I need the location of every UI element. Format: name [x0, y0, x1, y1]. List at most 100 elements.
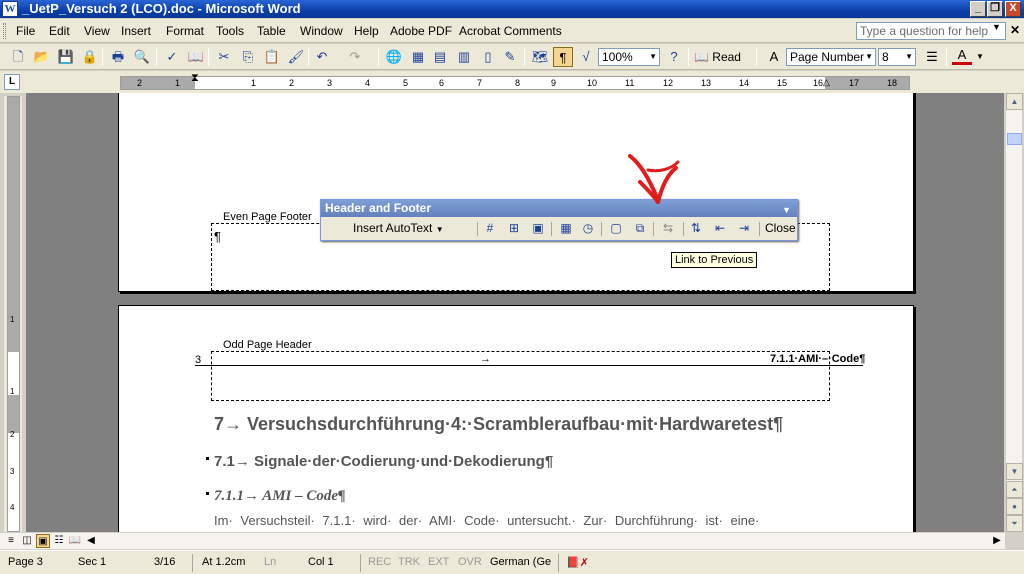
help-dropdown-icon[interactable]: ▼ [992, 22, 1001, 32]
help-icon[interactable]: ? [664, 47, 684, 67]
menu-help[interactable]: Help [354, 24, 379, 38]
chevron-down-icon[interactable]: ▼ [976, 52, 984, 61]
save-icon[interactable]: 💾 [56, 47, 76, 67]
insert-table-icon[interactable]: ▤ [430, 47, 450, 67]
tables-borders-icon[interactable]: ▦ [408, 47, 428, 67]
select-browse-object-icon[interactable]: ● [1006, 498, 1023, 515]
hf-toolbar-title[interactable]: Header and Footer ▼ [321, 200, 797, 217]
close-window-button[interactable]: X [1005, 1, 1021, 17]
format-page-number-icon[interactable]: ▣ [529, 221, 547, 237]
status-trk[interactable]: TRK [398, 556, 420, 568]
vruler-number: 3 [10, 467, 15, 476]
zoom-select[interactable]: 100% ▼ [598, 48, 660, 66]
outline-view-icon[interactable]: ☷ [52, 534, 66, 548]
open-folder-icon[interactable]: 📂 [32, 47, 52, 67]
menu-format[interactable]: Format [166, 24, 204, 38]
copy-icon[interactable]: ⎘ [238, 47, 258, 67]
scroll-up-icon[interactable]: ▲ [1006, 93, 1023, 110]
print-icon[interactable]: 🖶 [108, 47, 128, 67]
print-layout-icon[interactable]: ▣ [36, 534, 50, 548]
restore-button[interactable]: ❐ [987, 1, 1003, 17]
tab-selector[interactable]: L [4, 74, 20, 90]
status-position: At 1.2cm [202, 556, 246, 568]
previous-page-icon[interactable]: ⏶ [1006, 481, 1023, 498]
chevron-down-icon: ▼ [865, 52, 873, 61]
first-line-indent-marker[interactable]: ⧗ [191, 72, 199, 85]
undo-icon[interactable]: ↶ [312, 47, 332, 67]
scroll-thumb[interactable] [1007, 133, 1022, 145]
new-document-icon[interactable]: 🗋 [8, 47, 28, 67]
scroll-left-icon[interactable]: ◀ [84, 534, 98, 548]
status-ovr[interactable]: OVR [458, 556, 482, 568]
print-preview-icon[interactable]: 🔍 [132, 47, 152, 67]
styles-formatting-icon[interactable]: A [764, 47, 784, 67]
menu-adobe-pdf[interactable]: Adobe PDF [390, 24, 452, 38]
menu-window[interactable]: Window [300, 24, 343, 38]
status-ext[interactable]: EXT [428, 556, 449, 568]
status-rec[interactable]: REC [368, 556, 391, 568]
insert-excel-icon[interactable]: ▥ [454, 47, 474, 67]
font-color-icon[interactable]: A [952, 47, 972, 65]
hyperlink-icon[interactable]: 🌐 [384, 47, 404, 67]
insert-time-icon[interactable]: ◷ [579, 221, 597, 237]
show-next-icon[interactable]: ⇥ [735, 221, 753, 237]
normal-view-icon[interactable]: ≡ [4, 534, 18, 548]
align-justify-icon[interactable]: ☰ [922, 47, 942, 67]
cut-icon[interactable]: ✂ [214, 47, 234, 67]
permission-icon[interactable]: 🔒 [80, 47, 100, 67]
spelling-status-icon[interactable]: 📕✗ [566, 556, 589, 569]
menu-insert[interactable]: Insert [121, 24, 151, 38]
horizontal-ruler[interactable]: 2 1 1 2 3 4 5 6 7 8 9 10 11 12 13 14 15 … [120, 72, 910, 90]
horizontal-scrollbar[interactable]: ≡ ◫ ▣ ☷ 📖 ◀ ▶ [0, 532, 1005, 549]
research-icon[interactable]: 📖 [186, 47, 206, 67]
vruler-number: 1 [10, 387, 15, 396]
odd-page-header-area[interactable] [211, 351, 830, 401]
style-select[interactable]: Page Number ▼ [786, 48, 876, 66]
drawing-icon[interactable]: ✎ [500, 47, 520, 67]
menu-acrobat-comments[interactable]: Acrobat Comments [459, 24, 562, 38]
show-hide-text-icon[interactable]: ⧉ [631, 221, 649, 237]
menu-table[interactable]: Table [257, 24, 286, 38]
insert-page-number-icon[interactable]: # [481, 221, 499, 237]
scroll-down-icon[interactable]: ▼ [1006, 463, 1023, 480]
columns-icon[interactable]: ▯ [478, 47, 498, 67]
menu-file[interactable]: File [16, 24, 35, 38]
menu-view[interactable]: View [84, 24, 110, 38]
document-map-icon[interactable]: 🗺 [530, 47, 550, 67]
insert-date-icon[interactable]: ▦ [557, 221, 575, 237]
hf-close-button[interactable]: Close [765, 221, 796, 235]
equation-icon[interactable]: √ [576, 47, 596, 67]
show-hide-pilcrow-icon[interactable]: ¶ [553, 47, 573, 67]
show-previous-icon[interactable]: ⇤ [711, 221, 729, 237]
vertical-ruler[interactable]: 1 1 2 3 4 [4, 96, 22, 532]
insert-autotext-button[interactable]: Insert AutoText ▼ [353, 221, 444, 235]
menu-edit[interactable]: Edit [49, 24, 70, 38]
read-button[interactable]: 📖 Read [694, 50, 741, 64]
chevron-down-icon[interactable]: ▼ [782, 202, 791, 219]
spelling-icon[interactable]: ✓ [162, 47, 182, 67]
paste-icon[interactable]: 📋 [262, 47, 282, 67]
switch-header-footer-icon[interactable]: ⇅ [687, 221, 705, 237]
reading-layout-icon[interactable]: 📖 [68, 534, 82, 548]
insert-page-count-icon[interactable]: ⊞ [505, 221, 523, 237]
help-question-input[interactable]: Type a question for help [856, 22, 1006, 40]
web-layout-icon[interactable]: ◫ [20, 534, 34, 548]
toolbar-separator [756, 48, 757, 66]
vruler-number: 1 [10, 315, 15, 324]
menu-tools[interactable]: Tools [216, 24, 244, 38]
ruler-number: 11 [625, 78, 635, 88]
next-page-icon[interactable]: ⏷ [1006, 515, 1023, 532]
minimize-button[interactable]: _ [970, 1, 986, 17]
right-indent-marker[interactable]: △ [823, 77, 830, 88]
font-size-select[interactable]: 8 ▼ [878, 48, 916, 66]
scroll-right-icon[interactable]: ▶ [990, 534, 1004, 548]
format-painter-icon[interactable]: 🖌 [286, 47, 306, 67]
word-app-icon[interactable]: W [2, 1, 18, 17]
status-language[interactable]: German (Ge [490, 556, 551, 568]
menu-grip[interactable] [3, 23, 6, 39]
close-document-icon[interactable]: ✕ [1010, 23, 1020, 37]
link-to-previous-icon[interactable]: ⇆ [659, 221, 677, 237]
redo-icon[interactable]: ↷ [345, 47, 365, 67]
vertical-scrollbar[interactable]: ▲ ▼ ⏶ ● ⏷ [1005, 93, 1023, 532]
page-setup-icon[interactable]: ▢ [607, 221, 625, 237]
